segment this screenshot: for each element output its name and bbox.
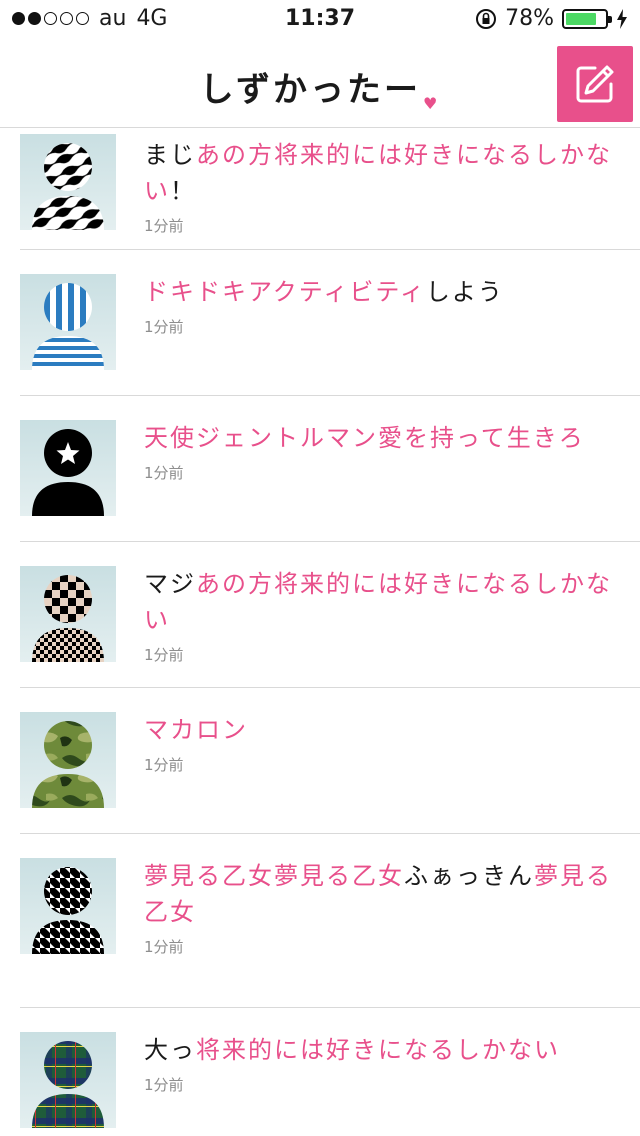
timeline-post[interactable]: ドキドキアクティビティしよう 1分前 (20, 250, 640, 396)
compose-pencil-icon (576, 65, 614, 103)
title-heart-icon: ♥ (422, 94, 441, 113)
highlighted-keyword: 将来的には好きになるしかない (196, 1036, 560, 1064)
status-right: 78% (475, 6, 628, 31)
app-title-text: しずかったー (199, 70, 421, 110)
avatar-zebra[interactable] (20, 134, 116, 230)
status-bar: au 4G 11:37 78% (0, 0, 640, 40)
post-text: 大っ将来的には好きになるしかない (144, 1032, 614, 1068)
timeline-post[interactable]: まじあの方将来的には好きになるしかない！ 1分前 (20, 128, 640, 250)
post-timestamp: 1分前 (144, 646, 184, 664)
post-text: 天使ジェントルマン愛を持って生きろ (144, 420, 614, 456)
timeline-post[interactable]: マジあの方将来的には好きになるしかない 1分前 (20, 542, 640, 688)
post-text-segment: まじ (144, 141, 196, 169)
highlighted-keyword: 天使ジェントルマン愛を持って生きろ (144, 424, 585, 452)
highlighted-keyword: 夢見る乙女夢見る乙女 (144, 862, 404, 890)
post-text: マカロン (144, 712, 614, 748)
post-timestamp: 1分前 (144, 318, 184, 336)
post-timestamp: 1分前 (144, 756, 184, 774)
timeline-post[interactable]: マカロン 1分前 (20, 688, 640, 834)
post-timestamp: 1分前 (144, 938, 184, 956)
post-text-segment: マジ (144, 570, 196, 598)
post-timestamp: 1分前 (144, 1076, 184, 1094)
avatar-houndstooth[interactable] (20, 858, 116, 954)
avatar-checkered[interactable] (20, 566, 116, 662)
app-title: しずかったー ♥ (0, 62, 640, 113)
post-text-segment: ふぁっきん (404, 862, 534, 890)
battery-fill (566, 12, 596, 25)
timeline-post[interactable]: 大っ将来的には好きになるしかない 1分前 (20, 1008, 640, 1136)
post-text: 夢見る乙女夢見る乙女ふぁっきん夢見る乙女 (144, 858, 614, 930)
post-text: まじあの方将来的には好きになるしかない！ (144, 137, 614, 209)
post-text-segment: 大っ (144, 1036, 196, 1064)
avatar-blue-stripes[interactable] (20, 274, 116, 370)
highlighted-keyword: ドキドキアクティビティ (144, 278, 426, 306)
orientation-lock-icon (476, 8, 497, 29)
post-text-segment: ！ (170, 177, 196, 205)
charging-bolt-icon (617, 8, 627, 29)
post-timestamp: 1分前 (144, 217, 184, 235)
avatar-camouflage[interactable] (20, 712, 116, 808)
battery-icon (562, 8, 612, 29)
avatar-tartan[interactable] (20, 1032, 116, 1128)
post-text: ドキドキアクティビティしよう (144, 274, 614, 310)
post-text-segment: しよう (425, 278, 504, 306)
post-text: マジあの方将来的には好きになるしかない (144, 566, 614, 638)
compose-button[interactable] (557, 46, 633, 122)
highlighted-keyword: あの方将来的には好きになるしかない (144, 570, 612, 634)
battery-percent: 78% (505, 6, 554, 31)
post-timestamp: 1分前 (144, 464, 184, 482)
navigation-bar: しずかったー ♥ (0, 40, 640, 128)
timeline-post[interactable]: 夢見る乙女夢見る乙女ふぁっきん夢見る乙女 1分前 (20, 834, 640, 1008)
avatar-black-star[interactable] (20, 420, 116, 516)
highlighted-keyword: マカロン (144, 716, 248, 744)
timeline-post[interactable]: 天使ジェントルマン愛を持って生きろ 1分前 (20, 396, 640, 542)
timeline-feed[interactable]: まじあの方将来的には好きになるしかない！ 1分前 ドキドキアクティビティしよう 1分前… (0, 128, 640, 1136)
highlighted-keyword: あの方将来的には好きになるしかない (144, 141, 612, 205)
